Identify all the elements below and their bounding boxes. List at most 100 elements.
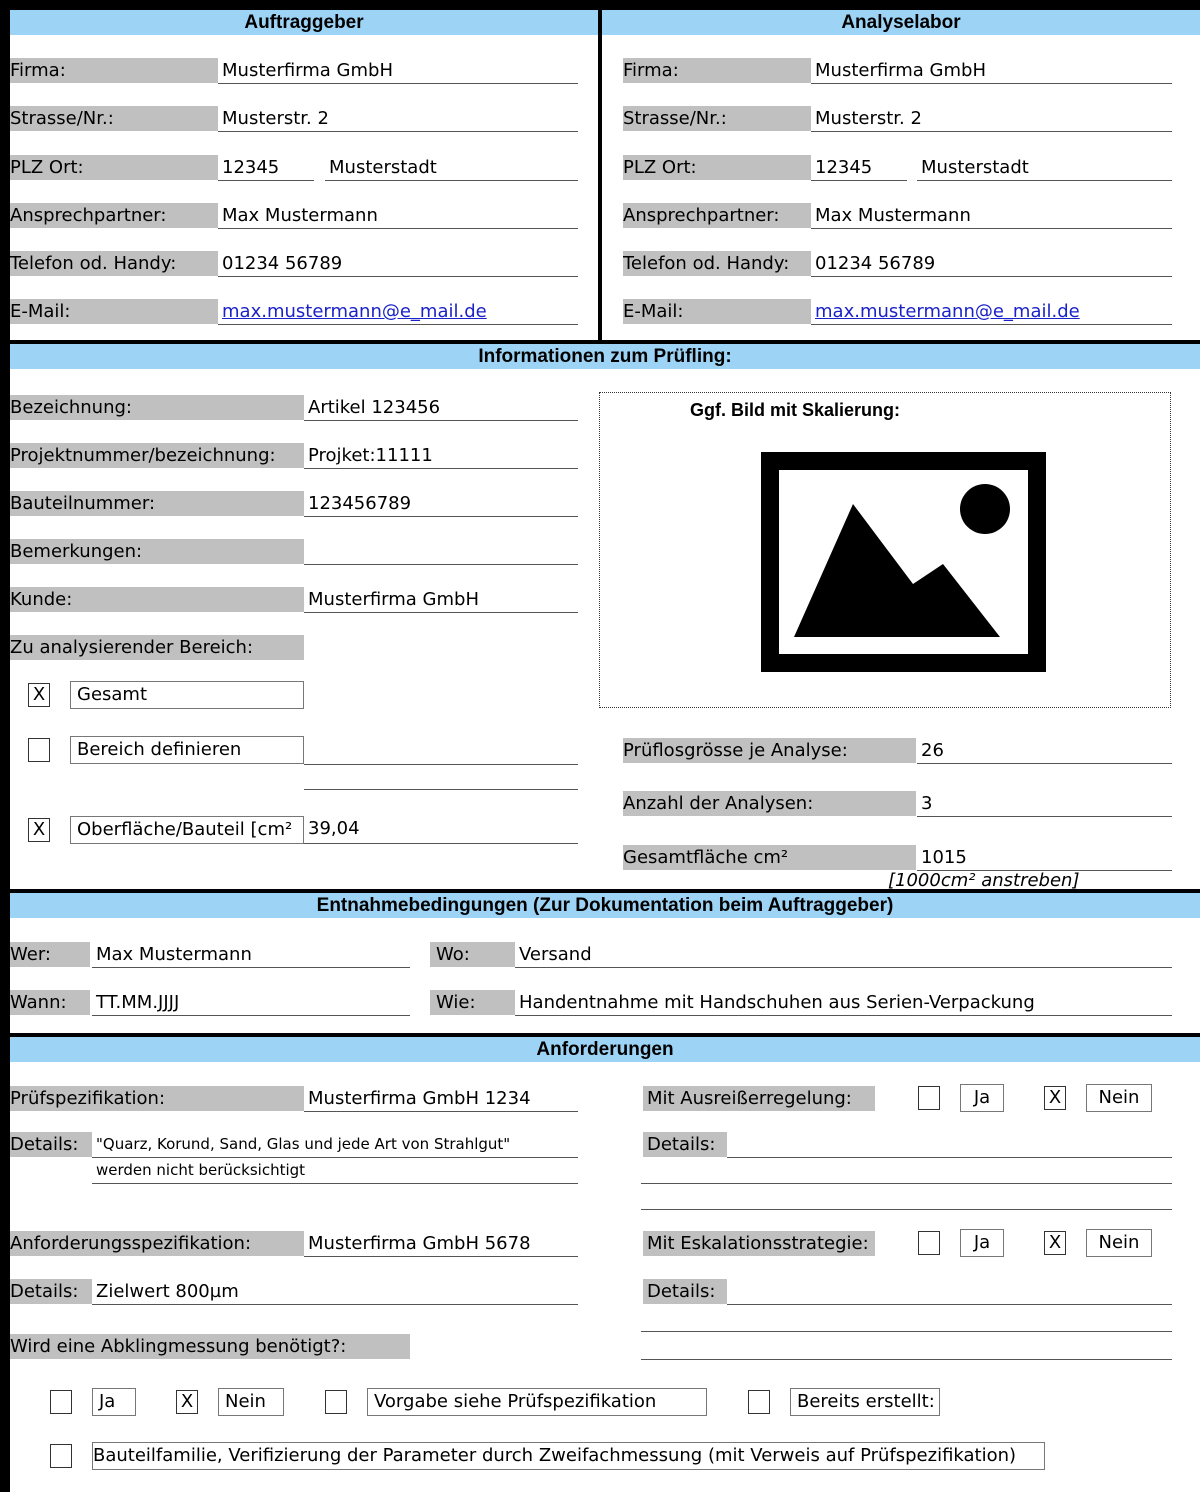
ausreisser-nein-checkbox[interactable]: X — [1044, 1086, 1066, 1110]
definieren-checkbox[interactable] — [28, 738, 50, 762]
bauteilnr-value[interactable]: 123456789 — [304, 491, 578, 516]
wer-value[interactable]: Max Mustermann — [92, 942, 410, 967]
abkling-nein-checkbox[interactable]: X — [176, 1390, 198, 1414]
auftraggeber-telefon-value[interactable]: 01234 56789 — [218, 251, 578, 276]
gesamt-checkbox[interactable]: X — [28, 683, 50, 707]
underline — [92, 1183, 578, 1184]
top-border — [0, 0, 1200, 10]
analyselabor-telefon-value[interactable]: 01234 56789 — [811, 251, 1172, 276]
underline — [304, 516, 578, 517]
vorgabe-label: Vorgabe siehe Prüfspezifikation — [367, 1388, 707, 1416]
projekt-value[interactable]: Projket:11111 — [304, 443, 578, 468]
ausreisser-ja-checkbox[interactable] — [918, 1086, 940, 1110]
vorgabe-checkbox[interactable] — [325, 1390, 347, 1414]
abkling-nein-label: Nein — [218, 1388, 284, 1416]
details1-line1[interactable]: "Quarz, Korund, Sand, Glas und jede Art … — [92, 1132, 578, 1157]
gesamtflaeche-hint: [1000cm² anstreben] — [888, 870, 1080, 891]
underline — [917, 763, 1172, 764]
auftraggeber-strasse-value[interactable]: Musterstr. 2 — [218, 106, 578, 131]
underline — [515, 967, 1172, 968]
wie-value[interactable]: Handentnahme mit Handschuhen aus Serien-… — [515, 990, 1172, 1015]
wo-value[interactable]: Versand — [515, 942, 1172, 967]
auftraggeber-ansprech-label: Ansprechpartner: — [10, 203, 218, 228]
eskalation-ja-checkbox[interactable] — [918, 1231, 940, 1255]
abkling-label: Wird eine Abklingmessung benötigt?: — [10, 1334, 410, 1359]
pruefspez-value[interactable]: Musterfirma GmbH 1234 — [304, 1086, 578, 1111]
analyselabor-telefon-label: Telefon od. Handy: — [623, 251, 811, 276]
losgroesse-value[interactable]: 26 — [917, 738, 1172, 763]
underline — [304, 843, 578, 844]
auftraggeber-plz-value[interactable]: 12345 — [218, 155, 314, 180]
column-divider — [598, 10, 602, 343]
eskalation-label: Mit Eskalationsstrategie: — [643, 1231, 875, 1256]
kunde-value[interactable]: Musterfirma GmbH — [304, 587, 578, 612]
underline — [218, 180, 314, 181]
auftraggeber-email-link[interactable]: max.mustermann@e_mail.de — [218, 299, 578, 324]
analyselabor-header: Analyselabor — [602, 10, 1200, 35]
bereich-label: Zu analysierender Bereich: — [10, 635, 304, 660]
oberflaeche-value[interactable]: 39,04 — [304, 816, 578, 841]
analyselabor-plz-value[interactable]: 12345 — [811, 155, 907, 180]
details2-value[interactable]: Zielwert 800µm — [92, 1279, 578, 1304]
auftraggeber-header: Auftraggeber — [10, 10, 598, 35]
analyselabor-firma-label: Firma: — [623, 58, 811, 83]
pruefling-header: Informationen zum Prüfling: — [10, 344, 1200, 369]
analyselabor-firma-value[interactable]: Musterfirma GmbH — [811, 58, 1172, 83]
analyselabor-ort-value[interactable]: Musterstadt — [917, 155, 1172, 180]
bereits-label: Bereits erstellt: — [790, 1388, 940, 1416]
auftraggeber-email-label: E-Mail: — [10, 299, 218, 324]
auftraggeber-ansprech-value[interactable]: Max Mustermann — [218, 203, 578, 228]
eskalation-nein-label: Nein — [1086, 1229, 1152, 1257]
wo-label: Wo: — [430, 942, 515, 967]
ausreisser-ja-label: Ja — [960, 1084, 1004, 1112]
eskalation-nein-checkbox[interactable]: X — [1044, 1231, 1066, 1255]
details1-line2[interactable]: werden nicht berücksichtigt — [92, 1158, 578, 1183]
bild-label: Ggf. Bild mit Skalierung: — [690, 400, 901, 420]
auftraggeber-ort-value[interactable]: Musterstadt — [325, 155, 578, 180]
bauteilnr-label: Bauteilnummer: — [10, 491, 304, 516]
bemerkungen-label: Bemerkungen: — [10, 539, 304, 564]
gesamtflaeche-value[interactable]: 1015 — [917, 845, 1172, 870]
auftraggeber-strasse-label: Strasse/Nr.: — [10, 106, 218, 131]
auftraggeber-telefon-label: Telefon od. Handy: — [10, 251, 218, 276]
oberflaeche-label: Oberfläche/Bauteil [cm² — [70, 816, 304, 844]
familie-label: Bauteilfamilie, Verifizierung der Parame… — [92, 1442, 1045, 1470]
underline — [218, 131, 578, 132]
auftraggeber-firma-value[interactable]: Musterfirma GmbH — [218, 58, 578, 83]
wer-label: Wer: — [10, 942, 90, 967]
underline — [811, 83, 1172, 84]
projekt-label: Projektnummer/bezeichnung: — [10, 443, 304, 468]
details-right-label: Details: — [643, 1132, 727, 1157]
anforderungen-header: Anforderungen — [10, 1037, 1200, 1062]
bemerkungen-value[interactable] — [304, 539, 578, 564]
bezeichnung-value[interactable]: Artikel 123456 — [304, 395, 578, 420]
details3-label: Details: — [643, 1279, 727, 1304]
oberflaeche-checkbox[interactable]: X — [28, 818, 50, 842]
underline — [304, 420, 578, 421]
gesamtflaeche-label: Gesamtfläche cm² — [623, 845, 916, 870]
details-label: Details: — [10, 1132, 92, 1157]
wann-value[interactable]: TT.MM.JJJJ — [92, 990, 410, 1015]
familie-checkbox[interactable] — [50, 1444, 72, 1468]
underline — [304, 764, 578, 765]
underline — [92, 1304, 578, 1305]
auftraggeber-plz-label: PLZ Ort: — [10, 155, 218, 180]
analyselabor-email-link[interactable]: max.mustermann@e_mail.de — [811, 299, 1172, 324]
underline — [304, 564, 578, 565]
anfspez-value[interactable]: Musterfirma GmbH 5678 — [304, 1231, 578, 1256]
underline — [304, 468, 578, 469]
underline — [218, 228, 578, 229]
abkling-ja-checkbox[interactable] — [50, 1390, 72, 1414]
underline — [641, 1331, 1172, 1332]
underline — [727, 1304, 1172, 1305]
wann-label: Wann: — [10, 990, 90, 1015]
losgroesse-label: Prüflosgrösse je Analyse: — [623, 738, 916, 763]
gesamt-label: Gesamt — [70, 681, 304, 709]
anzahl-value[interactable]: 3 — [917, 791, 1172, 816]
details2-label: Details: — [10, 1279, 92, 1304]
analyselabor-ansprech-value[interactable]: Max Mustermann — [811, 203, 1172, 228]
bereits-checkbox[interactable] — [748, 1390, 770, 1414]
image-placeholder-icon — [761, 452, 1046, 672]
analyselabor-strasse-value[interactable]: Musterstr. 2 — [811, 106, 1172, 131]
bezeichnung-label: Bezeichnung: — [10, 395, 304, 420]
